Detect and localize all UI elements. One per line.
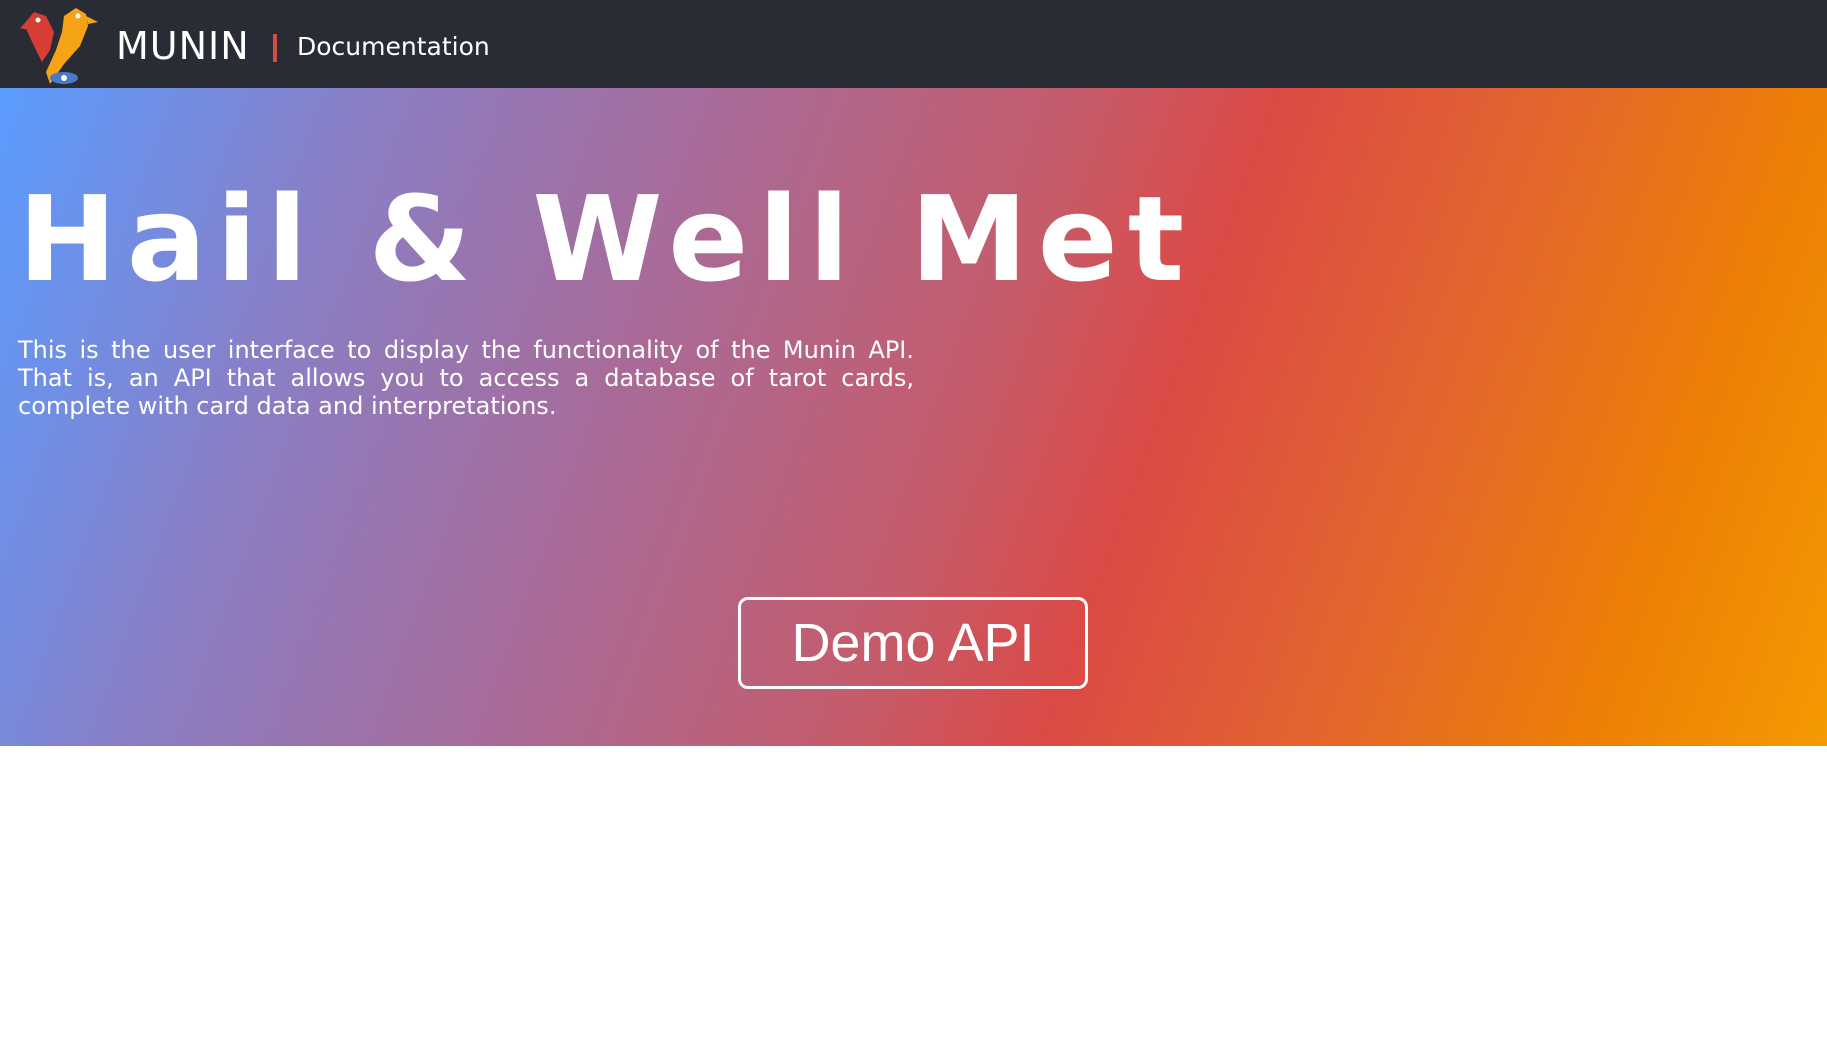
navbar: MUNIN Documentation [0,0,1827,88]
raven-logo-icon[interactable] [20,6,102,86]
nav-separator [273,34,277,62]
documentation-link[interactable]: Documentation [297,30,490,64]
demo-api-button[interactable]: Demo API [738,597,1088,689]
hero-title: Hail & Well Met [18,170,1195,308]
brand-name[interactable]: MUNIN [116,22,250,70]
hero-description: This is the user interface to display th… [18,336,914,420]
